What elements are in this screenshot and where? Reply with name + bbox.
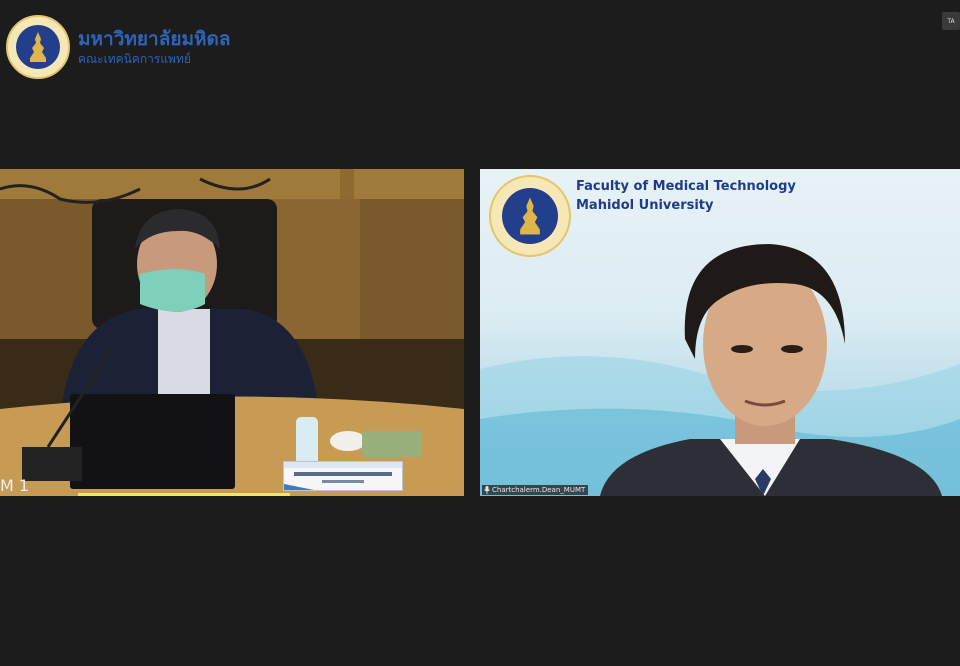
faculty-branding: มหาวิทยาลัยมหิดล คณะเทคนิคการแพทย์ [6, 15, 231, 79]
university-name: มหาวิทยาลัยมหิดล [78, 27, 231, 50]
background-title: Faculty of Medical Technology Mahidol Un… [576, 177, 796, 215]
corner-button[interactable]: TA [942, 12, 960, 30]
active-speaker-indicator [78, 493, 290, 496]
video-tile-left[interactable]: M 1 [0, 169, 464, 496]
background-title-line2: Mahidol University [576, 198, 714, 213]
video-tile-right[interactable]: Faculty of Medical Technology Mahidol Un… [480, 169, 960, 496]
microphone-icon [484, 486, 490, 494]
video-conference-window: มหาวิทยาลัยมหิดล คณะเทคนิคการแพทย์ TA M … [0, 0, 960, 666]
faculty-name: คณะเทคนิคการแพทย์ [78, 51, 191, 66]
corner-button-label: TA [947, 17, 955, 25]
background-seal-icon [489, 175, 571, 257]
nameplate-sign [283, 461, 403, 491]
participant-name: Chartchalerm.Dean_MUMT [492, 486, 586, 494]
mahidol-seal-icon [6, 15, 70, 79]
participant-name-label: Chartchalerm.Dean_MUMT [482, 485, 589, 495]
room-label: M 1 [0, 476, 30, 495]
video-feed-left [0, 169, 464, 496]
background-title-line1: Faculty of Medical Technology [576, 179, 796, 194]
